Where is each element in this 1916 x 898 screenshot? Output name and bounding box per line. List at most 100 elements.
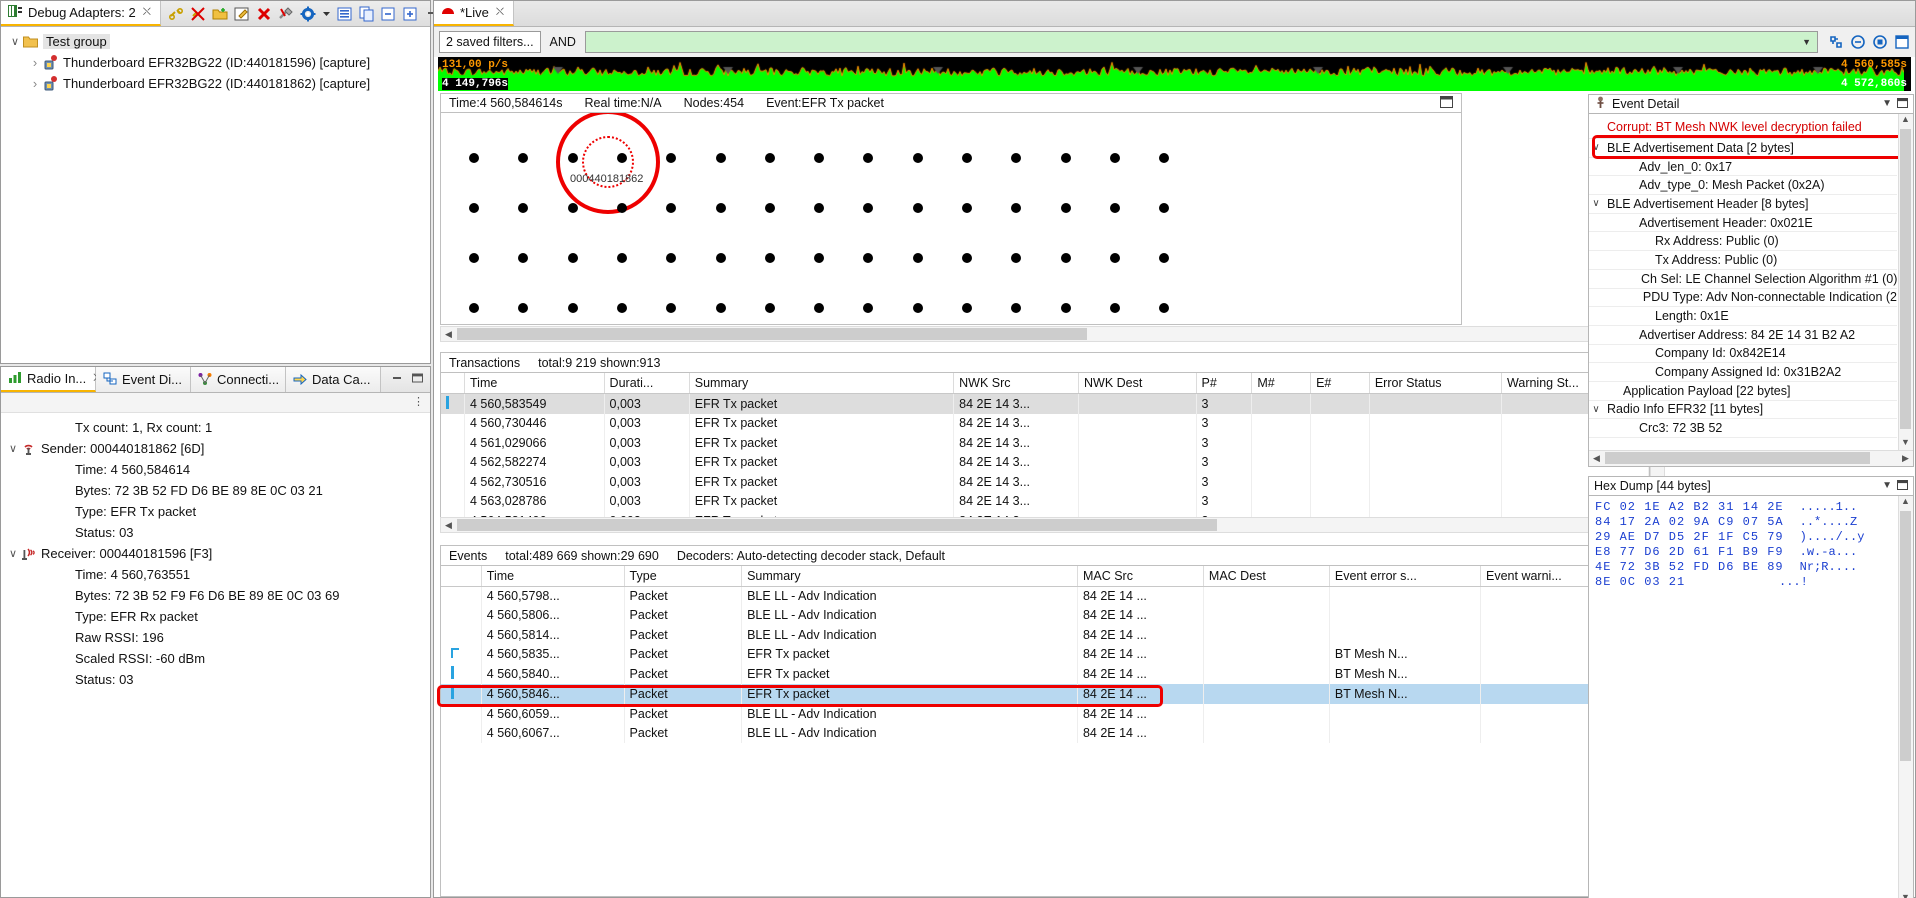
close-icon[interactable]: ⛌ — [143, 6, 151, 19]
network-node[interactable] — [666, 153, 677, 163]
table-row[interactable]: 4 560,5846... Packet EFR Tx packet 84 2E 14… — [441, 684, 1649, 704]
minimize-icon[interactable] — [391, 372, 404, 387]
network-node[interactable] — [863, 303, 874, 313]
column-header[interactable]: E# — [1310, 373, 1370, 394]
network-node[interactable] — [567, 153, 578, 163]
network-node[interactable] — [1060, 153, 1071, 163]
detail-row[interactable]: Advertisement Header: 0x021E — [1589, 214, 1897, 233]
scroll-down-arrow[interactable]: ▼ — [1899, 892, 1912, 898]
event-detail-panel[interactable]: Corrupt: BT Mesh NWK level decryption fa… — [1588, 114, 1914, 467]
copy-icon[interactable] — [359, 6, 375, 22]
table-row[interactable]: 4 560,5840... Packet EFR Tx packet 84 2E 14… — [441, 664, 1649, 684]
radio-info-tree[interactable]: Tx count: 1, Rx count: 1 ∨ Sender: 0004401… — [1, 413, 430, 690]
event-detail-tree[interactable]: Corrupt: BT Mesh NWK level decryption fa… — [1589, 114, 1897, 438]
network-node[interactable] — [1159, 153, 1170, 163]
expand-all-icon[interactable] — [403, 6, 419, 22]
list-icon[interactable] — [337, 6, 353, 22]
network-node[interactable] — [1159, 203, 1170, 213]
table-row[interactable]: 4 560,5798... Packet BLE LL - Adv Indicati… — [441, 586, 1649, 606]
filter-save-icon[interactable] — [1894, 34, 1910, 50]
network-node[interactable] — [666, 303, 677, 313]
network-node[interactable] — [1159, 303, 1170, 313]
event-detail-maximize-icon[interactable] — [1897, 97, 1908, 111]
error-banner[interactable]: Corrupt: BT Mesh NWK level decryption fa… — [1589, 115, 1897, 139]
detail-row[interactable]: Rx Address: Public (0) — [1589, 232, 1897, 252]
network-node[interactable] — [814, 203, 825, 213]
detail-row[interactable]: ∨ Radio Info EFR32 [11 bytes] — [1589, 401, 1897, 420]
link-icon[interactable] — [168, 6, 184, 22]
tools-icon[interactable] — [278, 6, 294, 22]
node-map[interactable]: 000440181862 — [440, 113, 1462, 325]
filter-expression-input[interactable]: ▼ — [584, 31, 1818, 53]
network-node[interactable] — [469, 203, 479, 213]
detail-row[interactable]: Company Assigned Id: 0x31B2A2 — [1589, 363, 1897, 382]
network-node[interactable] — [666, 253, 677, 263]
detail-row[interactable]: Adv_len_0: 0x17 — [1589, 158, 1897, 177]
tree-item[interactable]: Type: EFR Rx packet — [1, 606, 430, 627]
network-node[interactable] — [814, 303, 825, 313]
tree-item[interactable]: Bytes: 72 3B 52 F9 F6 D6 BE 89 8E 0C 03 … — [1, 585, 430, 606]
network-node[interactable] — [1060, 203, 1071, 213]
transactions-hscroll-thumb[interactable] — [457, 519, 1217, 531]
column-header[interactable]: MAC Src — [1077, 566, 1204, 587]
tree-item[interactable]: ∨ Receiver: 000440181596 [F3] — [1, 543, 430, 564]
network-node[interactable] — [518, 153, 529, 163]
node-map-hscroll-thumb[interactable] — [457, 328, 1087, 340]
chevron-down-icon[interactable]: ▼ — [1802, 37, 1811, 47]
table-row[interactable]: 4 560,583549 0,003 EFR Tx packet 84 2E 14 3… — [441, 393, 1649, 414]
network-node[interactable] — [1159, 253, 1170, 263]
tab-debug-adapters[interactable]: Debug Adapters: 2 ⛌ — [1, 1, 161, 26]
network-node[interactable] — [764, 253, 775, 263]
scroll-up-arrow[interactable]: ▲ — [1899, 114, 1912, 127]
network-node[interactable] — [1011, 303, 1022, 313]
network-node[interactable] — [518, 303, 529, 313]
network-node[interactable] — [469, 253, 479, 263]
event-detail-hscroll-thumb[interactable] — [1605, 452, 1870, 464]
collapse-all-icon[interactable] — [381, 6, 397, 22]
column-header[interactable]: Type — [624, 566, 743, 587]
network-node[interactable] — [764, 153, 775, 163]
network-node[interactable] — [863, 253, 874, 263]
scroll-up-arrow[interactable]: ▲ — [1899, 496, 1912, 509]
filter-clear-icon[interactable] — [1850, 34, 1866, 50]
network-node[interactable] — [912, 253, 923, 263]
scroll-left-arrow[interactable]: ◀ — [1590, 451, 1603, 465]
tree-item[interactable]: Status: 03 — [1, 522, 430, 543]
table-row[interactable]: 4 563,028786 0,003 EFR Tx packet 84 2E 14 3… — [441, 491, 1649, 511]
chevron-down-icon[interactable]: ∨ — [1589, 142, 1603, 153]
chevron-down-icon[interactable]: ∨ — [5, 442, 21, 455]
events-table[interactable]: Time Type Summary MAC Src MAC Dest Event erro… — [441, 566, 1649, 743]
transactions-hscrollbar[interactable]: ◀ ▶ — [440, 517, 1665, 533]
detail-row[interactable]: Tx Address: Public (0) — [1589, 251, 1897, 270]
debug-adapters-tree[interactable]: ∨ Test group › Thunderboard EFR32BG22 (ID:4… — [1, 27, 430, 94]
table-row[interactable]: 4 562,582274 0,003 EFR Tx packet 84 2E 14 3… — [441, 452, 1649, 472]
column-header[interactable]: P# — [1196, 373, 1253, 394]
tab-connecti[interactable]: Connecti... — [191, 367, 286, 392]
column-header[interactable]: NWK Dest — [1078, 373, 1197, 394]
column-header[interactable]: Summary — [741, 566, 1078, 587]
network-node[interactable] — [863, 203, 874, 213]
column-header[interactable]: M# — [1251, 373, 1312, 394]
tree-item[interactable]: Status: 03 — [1, 669, 430, 690]
view-menu-icon[interactable]: ⋮ — [413, 396, 424, 408]
tree-item[interactable]: Time: 4 560,584614 — [1, 459, 430, 480]
network-node[interactable] — [1011, 253, 1022, 263]
scroll-down-arrow[interactable]: ▼ — [1899, 437, 1912, 450]
network-node[interactable] — [616, 153, 627, 163]
network-node[interactable] — [863, 153, 874, 163]
chevron-down-icon[interactable] — [322, 6, 331, 22]
detail-row[interactable]: ∨ BLE Advertisement Data [2 bytes] — [1589, 139, 1897, 158]
gear-icon[interactable] — [300, 6, 316, 22]
table-row[interactable]: 4 560,730446 0,003 EFR Tx packet 84 2E 14 3… — [441, 413, 1649, 433]
network-node[interactable] — [1011, 153, 1022, 163]
scroll-left-arrow[interactable]: ◀ — [442, 518, 455, 532]
network-node[interactable] — [1109, 253, 1120, 263]
chevron-down-icon[interactable]: ∨ — [7, 35, 23, 48]
network-node[interactable] — [912, 303, 923, 313]
chevron-right-icon[interactable]: › — [27, 76, 43, 91]
network-node[interactable] — [1109, 303, 1120, 313]
network-node[interactable] — [962, 303, 972, 313]
chevron-down-icon[interactable]: ∨ — [5, 547, 21, 560]
network-node[interactable] — [715, 303, 726, 313]
column-header[interactable]: Time — [481, 566, 625, 587]
